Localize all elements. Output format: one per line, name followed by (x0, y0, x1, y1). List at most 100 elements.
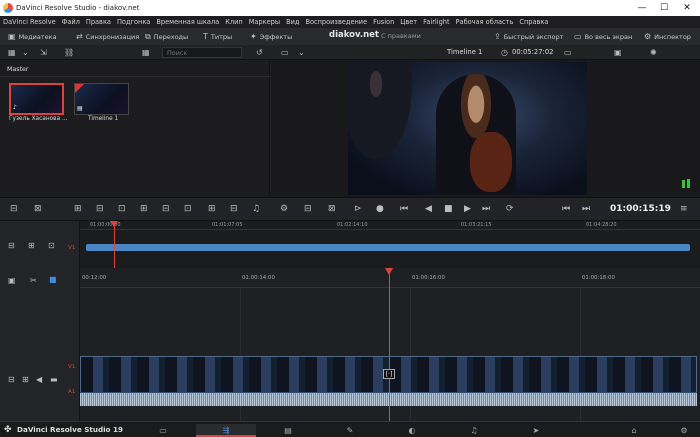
settings-icon[interactable]: ⚙ (280, 204, 288, 215)
effects-button[interactable]: ✦ Эффекты (250, 32, 292, 41)
menu-markers[interactable]: Маркеры (249, 18, 280, 26)
menu-playback[interactable]: Воспроизведение (305, 18, 367, 26)
timeline-view-icon[interactable]: ▣ (8, 276, 16, 285)
fusion-page-icon[interactable]: ✎ (320, 424, 380, 437)
menu-color[interactable]: Цвет (400, 18, 417, 26)
viewer-dropdown-icon[interactable]: ⌄ (298, 48, 305, 57)
close-button[interactable]: ✕ (679, 2, 695, 14)
close-up-icon[interactable]: ⊞ (208, 204, 216, 215)
fullscreen-button[interactable]: ▭ Во весь экран (574, 32, 632, 41)
audio-icon[interactable]: ♫ (252, 204, 260, 215)
track-auto-icon[interactable]: ⊞ (22, 375, 29, 384)
dropdown-icon[interactable]: ⌄ (22, 48, 29, 57)
skip-end-icon[interactable]: ⏭ (482, 204, 490, 215)
snapping-icon[interactable]: ■ (49, 275, 57, 284)
source-overwrite-icon[interactable]: ⊟ (230, 204, 238, 215)
upper-playhead-head[interactable] (110, 221, 118, 227)
media-page-icon[interactable]: ▭ (133, 424, 193, 437)
maximize-button[interactable]: ☐ (656, 2, 672, 14)
replace-clip-icon[interactable]: ⊡ (118, 204, 126, 215)
next-frame-icon[interactable]: ⏭ (582, 204, 590, 215)
menu-clip[interactable]: Клип (225, 18, 243, 26)
scissors-icon[interactable]: ✂ (30, 276, 37, 285)
overwrite-clip-icon[interactable]: ⊟ (96, 204, 104, 215)
more-menu-icon[interactable]: ≡ (680, 204, 688, 215)
menu-view[interactable]: Вид (286, 18, 299, 26)
upper-timeline[interactable]: ⊟ ⊞ ⊡ V1 01:00:00:00 01:01:07:05 01:02:1… (0, 221, 700, 268)
quick-export-button[interactable]: ⇪ Быстрый экспорт (494, 32, 563, 41)
safe-area-icon[interactable]: ▣ (614, 48, 622, 57)
effects-label: Эффекты (259, 32, 293, 41)
loop-icon[interactable]: ⟳ (506, 204, 514, 215)
transitions-button[interactable]: ⧉ Переходы (145, 32, 188, 41)
skip-start-icon[interactable]: ⏮ (400, 204, 408, 215)
sync-button[interactable]: ⇄ Синхронизация (76, 32, 139, 41)
play-mode-icon[interactable]: ⊳ (354, 204, 362, 215)
play-reverse-icon[interactable]: ◀ (425, 204, 432, 215)
lower-playhead-head[interactable] (385, 268, 393, 275)
lower-timeline[interactable]: ▣ ✂ ■ ⊟ ⊞ ◀ ▬ V1 A1 00:12:00 01:00:14:00… (0, 268, 700, 421)
place-on-top-icon[interactable]: ⊞ (140, 204, 148, 215)
color-icon[interactable]: ✺ (650, 48, 657, 57)
minimize-button[interactable]: — (634, 2, 650, 14)
menu-davinci-resolve[interactable]: DaVinci Resolve (3, 18, 56, 26)
import-icon[interactable]: ⇲ (40, 48, 47, 57)
upper-clip-bar[interactable] (86, 244, 690, 251)
track-link-icon[interactable]: ⊞ (28, 241, 35, 250)
menu-fairlight[interactable]: Fairlight (423, 18, 449, 26)
panel-toggle-icon[interactable]: ▦ (8, 48, 16, 57)
ripple-overwrite-icon[interactable]: ⊡ (184, 204, 192, 215)
timeline-name[interactable]: Timeline 1 (447, 48, 482, 56)
trim-tool-icon[interactable]: ⊠ (34, 204, 42, 215)
titles-button[interactable]: T Титры (203, 32, 232, 41)
menu-timeline[interactable]: Временная шкала (156, 18, 219, 26)
upper-ruler[interactable]: 01:00:00:00 01:01:07:05 01:02:14:10 01:0… (80, 221, 700, 230)
media-pool-button[interactable]: ▣ Медиатека (8, 32, 57, 41)
viewer-mode-icon[interactable]: ▭ (281, 48, 289, 57)
menu-edit[interactable]: Правка (86, 18, 111, 26)
ruler-tick: 01:03:21:15 (461, 222, 492, 228)
append-icon[interactable]: ⊟ (162, 204, 170, 215)
brand-label: DaVinci Resolve Studio 19 (17, 425, 123, 434)
search-input[interactable] (162, 47, 242, 58)
settings-icon[interactable]: ⚙ (672, 424, 696, 437)
inspector-button[interactable]: ⚙ Инспектор (644, 32, 691, 41)
link-icon[interactable]: ⛓ (64, 48, 74, 57)
track-view-icon[interactable]: ⊡ (48, 241, 55, 250)
timeline-thumbnail[interactable]: ▤ (74, 83, 129, 115)
home-icon[interactable]: ⌂ (622, 424, 646, 437)
cut-icon[interactable]: ⊠ (328, 204, 336, 215)
upper-track-header: ⊟ ⊞ ⊡ V1 (0, 221, 80, 268)
fullscreen-label: Во весь экран (584, 32, 633, 41)
menu-workspace[interactable]: Рабочая область (456, 18, 514, 26)
edit-mode-icon[interactable]: ⊟ (10, 204, 18, 215)
edit-page-icon[interactable]: ▤ (258, 424, 318, 437)
previous-frame-icon[interactable]: ⏮ (562, 204, 570, 215)
menu-trim[interactable]: Подгонка (117, 18, 150, 26)
undo-icon[interactable]: ↺ (256, 48, 263, 57)
menu-help[interactable]: Справка (519, 18, 548, 26)
fairlight-page-icon[interactable]: ♫ (444, 424, 504, 437)
clip-thumbnail[interactable]: ♪ (9, 83, 64, 115)
viewer-options-icon[interactable]: ▭ (564, 48, 572, 57)
speaker-icon[interactable]: ◀ (36, 375, 42, 384)
play-icon[interactable]: ▶ (464, 204, 471, 215)
ruler-tick: 00:12:00 (82, 275, 107, 281)
deliver-page-icon[interactable]: ➤ (506, 424, 566, 437)
track-lock-icon[interactable]: ⊟ (8, 375, 15, 384)
view-icon[interactable]: ⊟ (304, 204, 312, 215)
loop-mark-icon[interactable]: ● (376, 204, 384, 215)
upper-playhead[interactable] (114, 221, 115, 268)
viewer[interactable] (271, 60, 700, 197)
stop-icon[interactable]: ■ (444, 204, 453, 215)
video-track-icon[interactable]: ▬ (50, 375, 58, 384)
color-page-icon[interactable]: ◐ (382, 424, 442, 437)
cut-page-icon[interactable]: ⇶ (196, 424, 256, 437)
menu-fusion[interactable]: Fusion (373, 18, 394, 26)
insert-clip-icon[interactable]: ⊞ (74, 204, 82, 215)
lower-playhead[interactable] (389, 268, 390, 421)
grid-view-icon[interactable]: ▦ (142, 48, 150, 57)
menu-file[interactable]: Файл (62, 18, 80, 26)
master-bin[interactable]: Master (7, 66, 29, 73)
track-lock-icon[interactable]: ⊟ (8, 241, 15, 250)
